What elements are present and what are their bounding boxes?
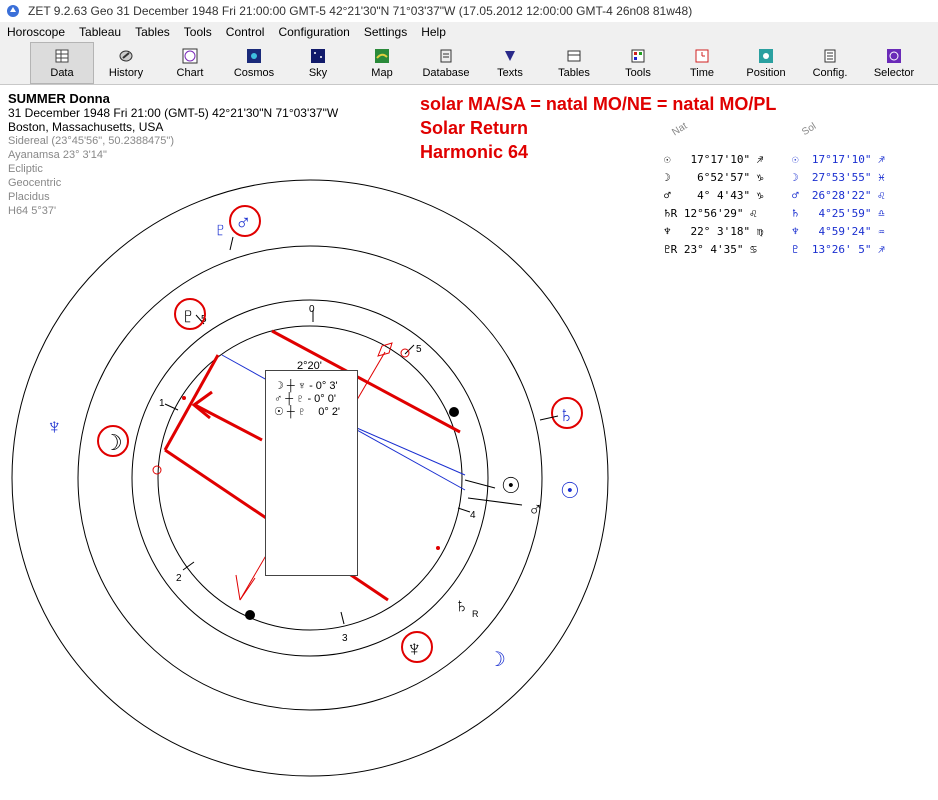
natal-position: ♆ 22° 3'18" ♍ — [664, 224, 764, 238]
sun-nat-icon: ☉ — [501, 473, 521, 498]
solar-position: ☽ 27°53'55" ♓ — [792, 170, 885, 184]
house-label: 3 — [342, 633, 348, 644]
natal-position: ♇R 23° 4'35" ♋ — [664, 242, 757, 256]
table-row: ♄R 12°56'29" ♌ ♄ 4°25'59" ♎ — [664, 204, 902, 222]
aspect-row: ♂ ┼ ♇ - 0° 0' — [274, 392, 336, 405]
moon-sol-icon: ☽ — [488, 649, 506, 671]
node-dot — [449, 407, 459, 417]
aspect-row: ☽ ┼ ♆ - 0° 3' — [274, 380, 338, 392]
house-label: 0 — [309, 304, 315, 315]
glyph-connector — [467, 497, 523, 506]
node-dot — [245, 610, 255, 620]
glyph-connector — [539, 415, 559, 421]
solar-position: ♆ 4°59'24" ♒ — [792, 224, 885, 238]
neptune-nat-icon: ♆ — [406, 636, 423, 661]
pluto-nat-icon: ♇ — [180, 303, 197, 328]
solar-position: ♇ 13°26' 5" ♐ — [792, 242, 885, 256]
natal-position: ☽ 6°52'57" ♑ — [664, 170, 764, 184]
ring-marker — [400, 348, 410, 358]
saturn-nat-icon: ♄ — [454, 595, 469, 617]
house-label: 2 — [176, 573, 182, 584]
glyph-connector — [229, 236, 234, 251]
retrograde-marker: R — [472, 609, 479, 619]
table-row: ☽ 6°52'57" ♑ ☽ 27°53'55" ♓ — [664, 168, 902, 186]
natal-position: ♂ 4° 4'43" ♑ — [664, 188, 764, 202]
house-tick — [340, 611, 345, 625]
table-row: ☉ 17°17'10" ♐ ☉ 17°17'10" ♐ — [664, 150, 902, 168]
house-label: 5 — [416, 344, 422, 355]
mars-sol-icon: ♂ — [528, 499, 543, 521]
chart-wheel[interactable]: 0 1 2 3 4 5 5 ♇ ♂ ♇ ♆ ☽ ♄ ☉ ☉ ♂ ♄ R ♆ ☽ — [0, 0, 938, 800]
table-row: ♂ 4° 4'43" ♑ ♂ 26°28'22" ♌ — [664, 186, 902, 204]
mars-nat-icon: ♂ — [235, 210, 252, 235]
solar-position: ♄ 4°25'59" ♎ — [792, 206, 885, 220]
aspect-box: ☽ ┼ ♆ - 0° 3' ♂ ┼ ♇ - 0° 0' ☉ ┼ ♇ 0° 2' — [265, 370, 358, 576]
saturn-sol-icon: ♄ — [558, 402, 575, 427]
moon-nat-icon: ☽ — [103, 430, 123, 455]
table-row: ♇R 23° 4'35" ♋ ♇ 13°26' 5" ♐ — [664, 240, 902, 258]
aspect-row: ☉ ┼ ♇ 0° 2' — [274, 406, 341, 418]
table-row: ♆ 22° 3'18" ♍ ♆ 4°59'24" ♒ — [664, 222, 902, 240]
neptune-sol-icon: ♆ — [46, 414, 63, 439]
kite-marker — [377, 342, 393, 357]
highlight-line — [163, 354, 220, 451]
house-label: 1 — [159, 398, 165, 409]
red-dot — [436, 546, 440, 550]
aspect-line-blue — [349, 424, 466, 476]
house-tick — [457, 507, 471, 513]
planet-table: ☉ 17°17'10" ♐ ☉ 17°17'10" ♐ ☽ 6°52'57" ♑ ☽… — [664, 150, 902, 258]
natal-position: ♄R 12°56'29" ♌ — [664, 206, 757, 220]
solar-position: ☉ 17°17'10" ♐ — [792, 152, 885, 166]
solar-position: ♂ 26°28'22" ♌ — [792, 188, 885, 202]
red-dot — [182, 396, 186, 400]
sun-sol-icon: ☉ — [560, 478, 580, 503]
house-label: 4 — [470, 510, 476, 521]
glyph-connector — [464, 479, 496, 489]
pluto-sol-icon: ♇ — [213, 219, 228, 241]
ring-marker — [152, 465, 162, 475]
natal-position: ☉ 17°17'10" ♐ — [664, 152, 764, 166]
highlight-line — [194, 403, 263, 442]
